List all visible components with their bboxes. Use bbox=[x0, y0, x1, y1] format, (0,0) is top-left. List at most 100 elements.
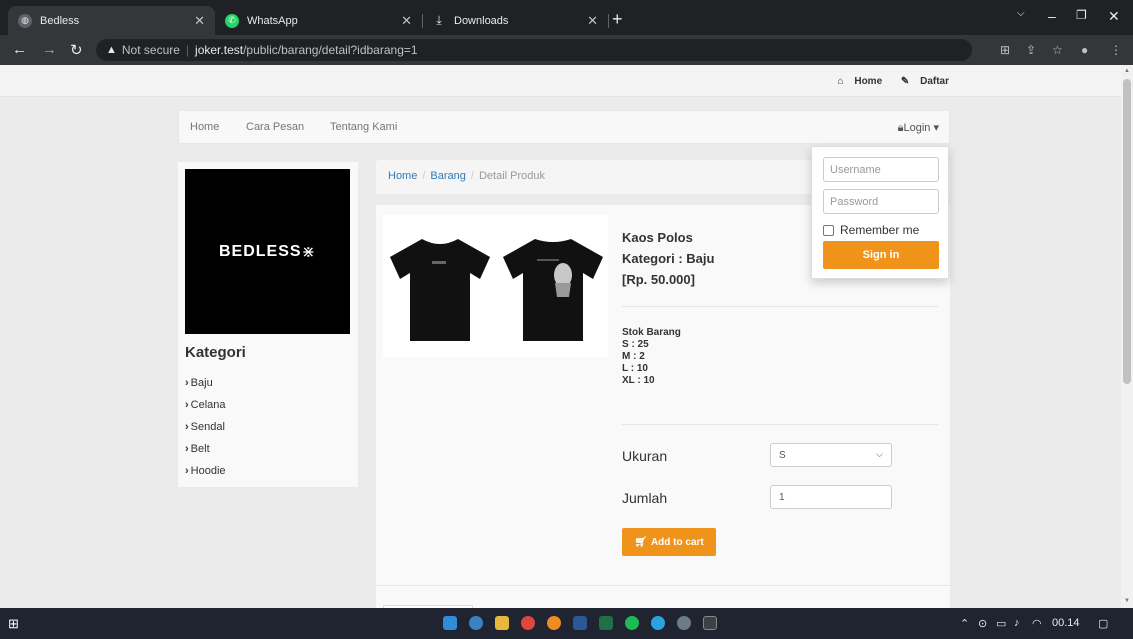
tab-title: WhatsApp bbox=[247, 14, 298, 27]
checkbox-box[interactable] bbox=[823, 224, 834, 236]
battery-icon[interactable]: ▭ bbox=[996, 617, 1006, 630]
breadcrumb-separator: / bbox=[470, 170, 474, 182]
size-select[interactable]: S ⌵ bbox=[770, 443, 892, 467]
chrome-icon[interactable] bbox=[521, 616, 535, 630]
chevron-right-icon: › bbox=[185, 377, 189, 389]
word-icon[interactable] bbox=[573, 616, 587, 630]
firefox-icon[interactable] bbox=[547, 616, 561, 630]
stock-title: Stok Barang bbox=[622, 327, 681, 338]
category-item-sendal[interactable]: › Sendal bbox=[185, 416, 226, 438]
add-to-cart-label: Add to cart bbox=[650, 536, 704, 548]
breadcrumb-home[interactable]: Home bbox=[388, 170, 417, 182]
username-input[interactable]: Username bbox=[823, 157, 939, 182]
page-viewport: ⌂ Home ✎ Daftar Home Cara Pesan Tentang … bbox=[0, 65, 1121, 608]
stock-info: Stok Barang S : 25 M : 2 L : 10 XL : 10 bbox=[622, 327, 681, 387]
chevron-right-icon: › bbox=[185, 443, 189, 455]
quantity-label: Jumlah bbox=[622, 490, 668, 506]
login-dropdown-toggle[interactable]: 🔒︎Login ▾ bbox=[898, 121, 939, 135]
brand-name: BEDLESS bbox=[219, 242, 302, 260]
close-icon[interactable]: ✕ bbox=[194, 13, 205, 29]
chevron-right-icon: › bbox=[185, 465, 189, 477]
url-field[interactable]: ▲ Not secure | joker.test /public/barang… bbox=[96, 39, 972, 61]
wifi-icon[interactable]: ◠ bbox=[1032, 617, 1042, 630]
category-label: Belt bbox=[190, 443, 210, 455]
password-input[interactable]: Password bbox=[823, 189, 939, 214]
size-label: Ukuran bbox=[622, 448, 668, 464]
category-label: Sendal bbox=[190, 421, 225, 433]
tab-whatsapp[interactable]: ✆ WhatsApp ✕ bbox=[215, 6, 423, 35]
scrollbar-thumb[interactable] bbox=[1123, 79, 1131, 384]
chevron-down-icon[interactable]: ⌵ bbox=[1017, 8, 1025, 19]
brand-logo: BEDLESS ⋇ bbox=[185, 169, 350, 334]
sign-in-button[interactable]: Sign in bbox=[823, 241, 939, 269]
quantity-input[interactable]: 1 bbox=[770, 485, 892, 509]
product-price: [Rp. 50.000] bbox=[622, 272, 695, 287]
clock[interactable]: 00.14 bbox=[1052, 617, 1080, 629]
add-to-cart-button[interactable]: 🛒︎ Add to cart bbox=[622, 528, 716, 556]
notifications-icon[interactable]: ▢ bbox=[1098, 617, 1108, 630]
back-arrow-icon[interactable]: ← bbox=[12, 41, 27, 58]
file-explorer-icon[interactable] bbox=[495, 616, 509, 630]
scroll-up-icon[interactable]: ▲ bbox=[1124, 68, 1130, 74]
category-item-belt[interactable]: › Belt bbox=[185, 438, 226, 460]
profile-icon[interactable]: ● bbox=[1081, 43, 1088, 57]
category-item-baju[interactable]: › Baju bbox=[185, 372, 226, 394]
restore-button[interactable]: ❐ bbox=[1076, 8, 1087, 22]
category-label: Baju bbox=[190, 377, 213, 389]
tab-title: Bedless bbox=[40, 14, 80, 27]
app-icon[interactable] bbox=[677, 616, 691, 630]
minimize-button[interactable]: – bbox=[1048, 8, 1056, 24]
top-link-home-label: Home bbox=[854, 76, 883, 87]
tab-downloads[interactable]: ⤓ Downloads ✕ bbox=[422, 6, 609, 35]
spotify-icon[interactable] bbox=[625, 616, 639, 630]
menu-icon[interactable]: ⋮ bbox=[1110, 43, 1122, 57]
login-label: Login bbox=[903, 122, 931, 134]
top-link-daftar[interactable]: ✎ Daftar bbox=[893, 76, 949, 87]
app-icon[interactable] bbox=[469, 616, 483, 630]
close-icon[interactable]: ✕ bbox=[401, 13, 412, 29]
translate-icon[interactable]: ⊞ bbox=[1000, 43, 1010, 57]
nav-item-cara-pesan[interactable]: Cara Pesan bbox=[246, 121, 304, 133]
taskbar: ⊞ ⌃ ⊙ ▭ ♪ ◠ 00.14 ▢ bbox=[0, 608, 1133, 639]
url-path: /public/barang/detail?idbarang=1 bbox=[243, 43, 418, 57]
share-icon[interactable]: ⇪ bbox=[1026, 43, 1036, 57]
category-list: › Baju › Celana › Sendal › Belt › Hoodie bbox=[185, 372, 226, 482]
tray-chevron-icon[interactable]: ⌃ bbox=[960, 617, 969, 630]
top-link-home[interactable]: ⌂ Home bbox=[830, 76, 883, 87]
network-icon[interactable]: ⊙ bbox=[978, 617, 987, 630]
new-tab-button[interactable]: + bbox=[612, 9, 623, 30]
page-scrollbar[interactable]: ▲ ▼ bbox=[1121, 65, 1133, 608]
scroll-down-icon[interactable]: ▼ bbox=[1124, 598, 1130, 604]
tab-bedless[interactable]: ◍ Bedless ✕ bbox=[8, 6, 215, 35]
windows-start-icon[interactable]: ⊞ bbox=[8, 616, 19, 632]
remember-me-checkbox[interactable]: Remember me bbox=[823, 223, 919, 237]
volume-icon[interactable]: ♪ bbox=[1014, 617, 1020, 629]
divider bbox=[622, 306, 938, 307]
stock-line: L : 10 bbox=[622, 363, 648, 374]
reload-icon[interactable]: ↻ bbox=[70, 41, 83, 59]
download-icon: ⤓ bbox=[436, 13, 442, 27]
caret-down-icon: ▾ bbox=[933, 122, 939, 134]
stock-line: XL : 10 bbox=[622, 375, 655, 386]
category-item-celana[interactable]: › Celana bbox=[185, 394, 226, 416]
stock-line: S : 25 bbox=[622, 339, 649, 350]
forward-arrow-icon[interactable]: → bbox=[42, 41, 57, 58]
breadcrumb-current: Detail Produk bbox=[478, 170, 545, 182]
divider bbox=[622, 424, 938, 425]
whatsapp-icon: ✆ bbox=[225, 13, 239, 28]
nav-item-tentang-kami[interactable]: Tentang Kami bbox=[330, 121, 397, 133]
close-icon[interactable]: ✕ bbox=[587, 13, 598, 29]
terminal-icon[interactable] bbox=[703, 616, 717, 630]
telegram-icon[interactable] bbox=[651, 616, 665, 630]
excel-icon[interactable] bbox=[599, 616, 613, 630]
close-window-button[interactable]: ✕ bbox=[1108, 8, 1120, 25]
chevron-right-icon: › bbox=[185, 421, 189, 433]
category-label: Hoodie bbox=[190, 465, 226, 477]
vscode-icon[interactable] bbox=[443, 616, 457, 630]
category-item-hoodie[interactable]: › Hoodie bbox=[185, 460, 226, 482]
main-navbar: Home Cara Pesan Tentang Kami 🔒︎Login ▾ bbox=[178, 110, 950, 144]
nav-item-home[interactable]: Home bbox=[190, 121, 219, 133]
breadcrumb-barang[interactable]: Barang bbox=[430, 170, 465, 182]
bookmark-star-icon[interactable]: ☆ bbox=[1052, 43, 1063, 57]
sidebar-title: Kategori bbox=[185, 344, 246, 361]
